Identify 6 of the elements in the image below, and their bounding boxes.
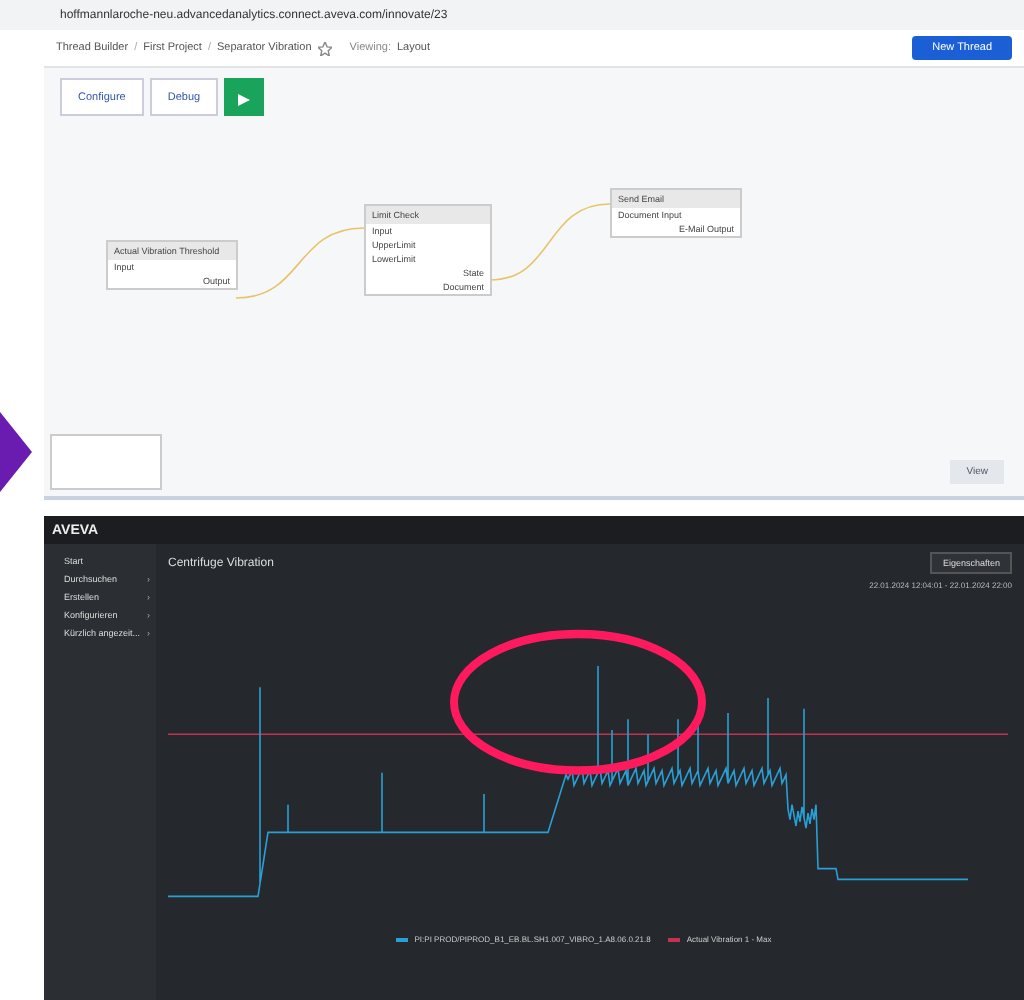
star-icon[interactable] xyxy=(317,41,332,55)
run-button[interactable] xyxy=(224,78,265,116)
arrow-icon xyxy=(0,412,32,492)
connector-line xyxy=(235,227,365,299)
play-icon xyxy=(238,94,251,106)
connector-line xyxy=(489,203,611,281)
